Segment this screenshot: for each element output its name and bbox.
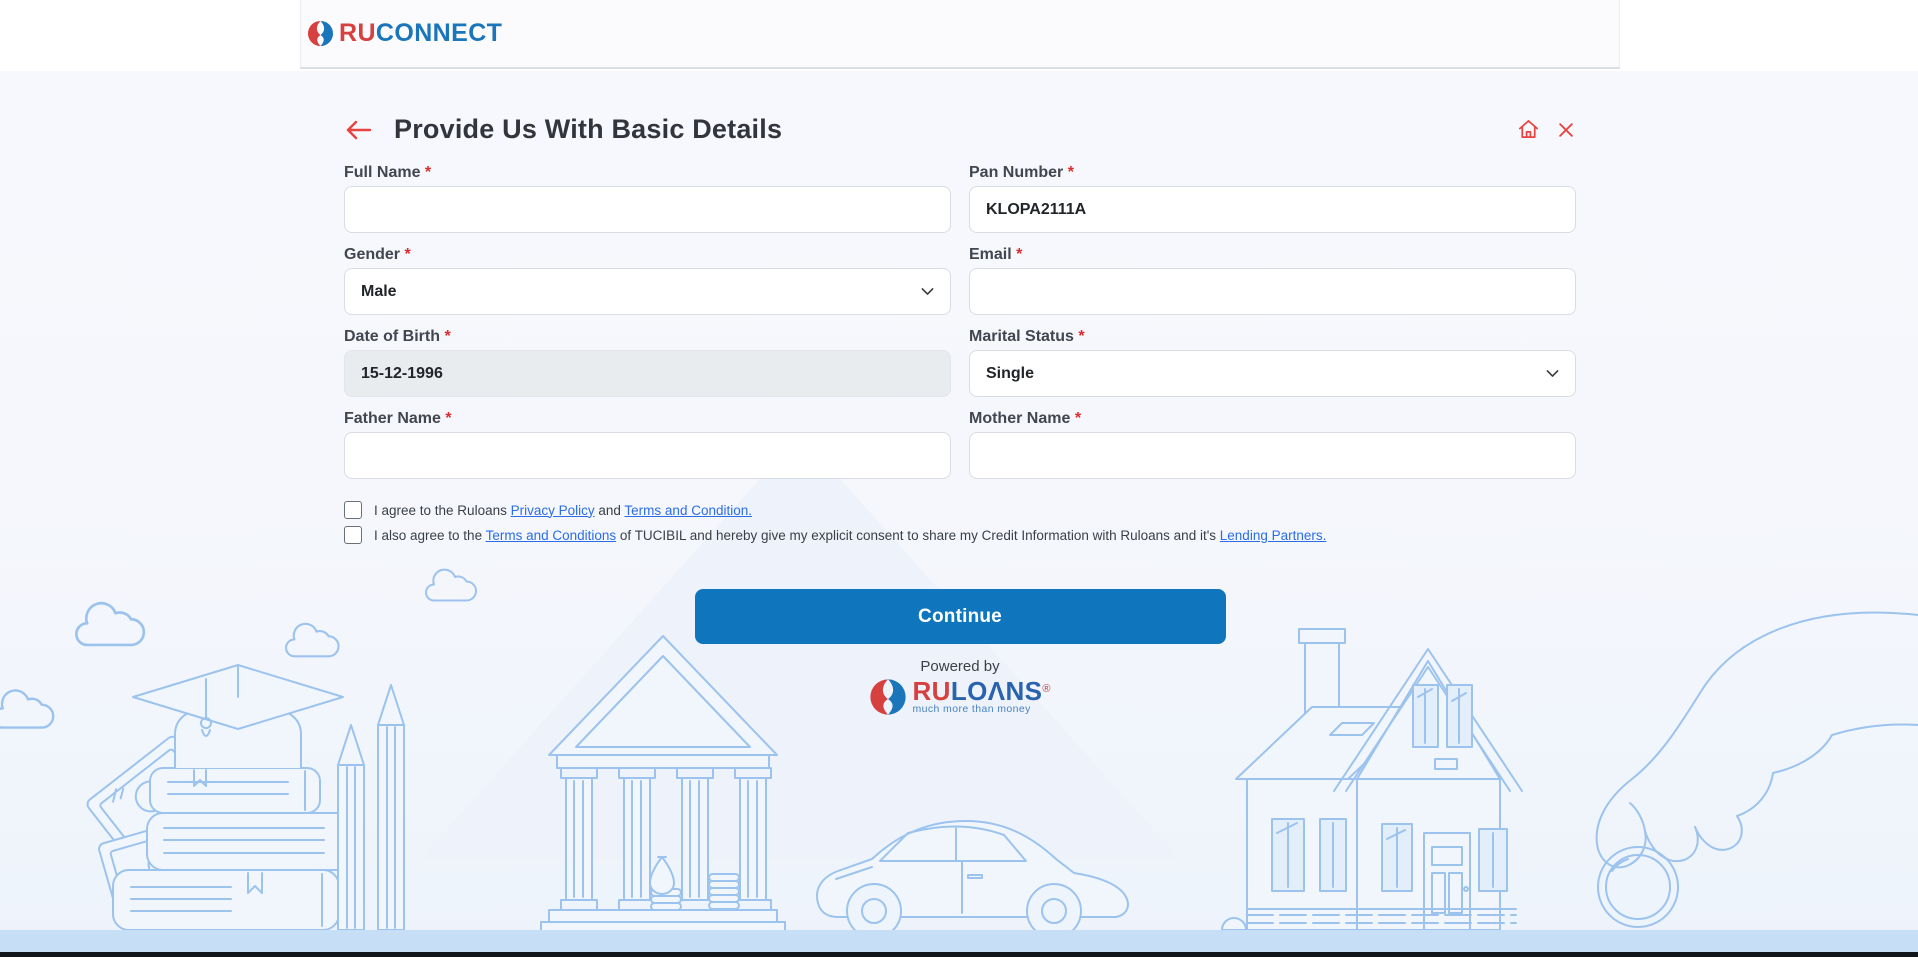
close-icon — [1556, 120, 1576, 140]
consent2-text: of TUCIBIL and hereby give my explicit c… — [616, 528, 1220, 543]
date-of-birth-input — [344, 350, 951, 397]
ruloans-loans: LOΛNS — [951, 678, 1043, 704]
gender-select[interactable]: Male — [344, 268, 951, 315]
header-column: RUCONNECT — [300, 0, 1620, 69]
date-of-birth-label: Date of Birth — [344, 328, 440, 345]
full-name-label: Full Name — [344, 164, 420, 181]
pan-number-input[interactable] — [969, 186, 1576, 233]
field-full-name: Full Name * — [344, 163, 951, 233]
chevron-down-icon — [919, 283, 936, 300]
hand-coin-illustration — [1597, 613, 1918, 927]
consent-row-tucibil: I also agree to the Terms and Conditions… — [344, 526, 1576, 544]
required-asterisk: * — [1075, 410, 1081, 427]
field-gender: Gender * Male — [344, 245, 951, 315]
marital-status-select-value: Single — [986, 365, 1034, 383]
gender-select-value: Male — [361, 283, 397, 301]
field-father-name: Father Name * — [344, 409, 951, 479]
required-asterisk: * — [445, 410, 451, 427]
back-button[interactable] — [344, 118, 372, 142]
arrow-left-icon — [344, 118, 372, 142]
home-button[interactable] — [1517, 118, 1540, 141]
father-name-label: Father Name — [344, 410, 441, 427]
ruloans-logo: RULOΛNS® much more than money — [344, 678, 1576, 716]
consent1-text: and — [595, 503, 625, 518]
field-marital-status: Marital Status * Single — [969, 327, 1576, 397]
tucibil-consent-checkbox[interactable] — [344, 526, 362, 544]
brand-text: RUCONNECT — [339, 19, 502, 48]
bottom-bar — [0, 952, 1918, 957]
terms-condition-link[interactable]: Terms and Condition. — [624, 503, 752, 518]
consent-section: I agree to the Ruloans Privacy Policy an… — [344, 501, 1576, 544]
required-asterisk: * — [444, 328, 450, 345]
top-bar: RUCONNECT — [0, 0, 1918, 71]
field-date-of-birth: Date of Birth * — [344, 327, 951, 397]
mother-name-label: Mother Name — [969, 410, 1070, 427]
chevron-down-icon — [1544, 365, 1561, 382]
powered-by-text: Powered by — [344, 658, 1576, 675]
mother-name-input[interactable] — [969, 432, 1576, 479]
lending-partners-link[interactable]: Lending Partners. — [1220, 528, 1327, 543]
marital-status-label: Marital Status — [969, 328, 1074, 345]
ruloans-tagline: much more than money — [912, 703, 1030, 715]
privacy-policy-checkbox[interactable] — [344, 501, 362, 519]
email-input[interactable] — [969, 268, 1576, 315]
pan-number-label: Pan Number — [969, 164, 1063, 181]
main-area: Provide Us With Basic Details — [0, 71, 1918, 957]
ruconnect-logo[interactable]: RUCONNECT — [307, 19, 502, 48]
form-card: Provide Us With Basic Details — [300, 71, 1620, 716]
privacy-policy-link[interactable]: Privacy Policy — [511, 503, 595, 518]
tucibil-terms-link[interactable]: Terms and Conditions — [486, 528, 617, 543]
consent2-text: I also agree to the — [374, 528, 486, 543]
basic-details-form: Full Name * Pan Number * Gender * Male E… — [344, 163, 1576, 491]
close-button[interactable] — [1556, 120, 1576, 140]
continue-button[interactable]: Continue — [695, 589, 1226, 644]
page: RUCONNECT — [0, 0, 1918, 957]
required-asterisk: * — [1078, 328, 1084, 345]
required-asterisk: * — [425, 164, 431, 181]
full-name-input[interactable] — [344, 186, 951, 233]
title-row: Provide Us With Basic Details — [344, 114, 1576, 145]
consent-row-privacy: I agree to the Ruloans Privacy Policy an… — [344, 501, 1576, 519]
field-email: Email * — [969, 245, 1576, 315]
field-mother-name: Mother Name * — [969, 409, 1576, 479]
brand-ru: RU — [339, 19, 376, 47]
field-pan-number: Pan Number * — [969, 163, 1576, 233]
pencils-illustration — [338, 685, 404, 930]
car-illustration — [817, 821, 1128, 938]
ruconnect-swirl-icon — [307, 20, 334, 47]
brand-connect: CONNECT — [376, 19, 502, 47]
gender-label: Gender — [344, 246, 400, 263]
ruloans-ru: RU — [912, 678, 950, 704]
required-asterisk: * — [1068, 164, 1074, 181]
marital-status-select[interactable]: Single — [969, 350, 1576, 397]
home-icon — [1517, 118, 1540, 141]
required-asterisk: * — [1016, 246, 1022, 263]
ground-strip — [0, 930, 1918, 952]
page-title: Provide Us With Basic Details — [394, 114, 782, 145]
ruloans-swirl-icon — [869, 678, 907, 716]
books-illustration — [113, 768, 357, 930]
required-asterisk: * — [404, 246, 410, 263]
father-name-input[interactable] — [344, 432, 951, 479]
consent1-text: I agree to the Ruloans — [374, 503, 511, 518]
registered-mark: ® — [1042, 676, 1050, 702]
title-icons — [1517, 118, 1576, 141]
email-label: Email — [969, 246, 1012, 263]
